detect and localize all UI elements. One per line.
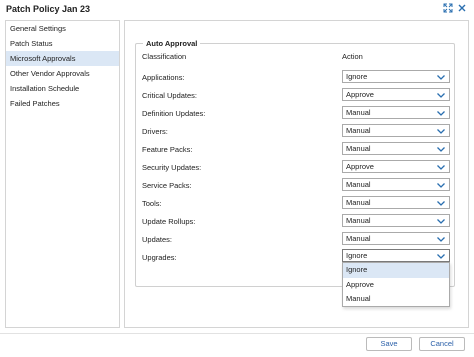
chevron-down-icon — [436, 216, 446, 226]
updates-action-select[interactable]: Manual — [342, 232, 450, 245]
upgrades-dropdown-list: Ignore Approve Manual — [342, 262, 450, 307]
feature-packs-action-select[interactable]: Manual — [342, 142, 450, 155]
dropdown-option-approve[interactable]: Approve — [343, 278, 449, 293]
select-value: Ignore — [346, 251, 368, 260]
upgrades-action-select[interactable]: Ignore — [342, 249, 450, 262]
select-value: Manual — [346, 216, 371, 225]
select-value: Approve — [346, 162, 374, 171]
group-title: Auto Approval — [143, 39, 201, 48]
applications-action-select[interactable]: Ignore — [342, 70, 450, 83]
chevron-down-icon — [436, 126, 446, 136]
sidebar-item-microsoft-approvals[interactable]: Microsoft Approvals — [6, 51, 119, 66]
classification-header: Classification — [142, 52, 187, 61]
action-header: Action — [342, 52, 363, 61]
sidebar-nav: General Settings Patch Status Microsoft … — [5, 20, 120, 328]
select-value: Manual — [346, 144, 371, 153]
row-label-tools: Tools: — [142, 199, 162, 208]
expand-icon[interactable] — [442, 2, 454, 14]
chevron-down-icon — [436, 72, 446, 82]
save-button[interactable]: Save — [366, 337, 412, 351]
select-value: Manual — [346, 198, 371, 207]
update-rollups-action-select[interactable]: Manual — [342, 214, 450, 227]
chevron-down-icon — [436, 234, 446, 244]
select-value: Ignore — [346, 72, 368, 81]
chevron-down-icon — [436, 180, 446, 190]
row-label-update-rollups: Update Rollups: — [142, 217, 196, 226]
chevron-down-icon — [436, 90, 446, 100]
row-label-critical-updates: Critical Updates: — [142, 91, 198, 100]
sidebar-item-failed-patches[interactable]: Failed Patches — [6, 96, 119, 111]
sidebar-item-patch-status[interactable]: Patch Status — [6, 36, 119, 51]
row-label-applications: Applications: — [142, 73, 185, 82]
window-title: Patch Policy Jan 23 — [6, 4, 91, 14]
row-label-service-packs: Service Packs: — [142, 181, 192, 190]
close-icon[interactable] — [456, 2, 468, 14]
row-label-upgrades: Upgrades: — [142, 253, 177, 262]
chevron-down-icon — [436, 144, 446, 154]
select-value: Approve — [346, 90, 374, 99]
definition-updates-action-select[interactable]: Manual — [342, 106, 450, 119]
critical-updates-action-select[interactable]: Approve — [342, 88, 450, 101]
window-controls — [442, 2, 468, 14]
select-value: Manual — [346, 180, 371, 189]
select-value: Manual — [346, 234, 371, 243]
row-label-security-updates: Security Updates: — [142, 163, 202, 172]
chevron-down-icon — [436, 162, 446, 172]
dropdown-option-ignore[interactable]: Ignore — [343, 263, 449, 278]
row-label-definition-updates: Definition Updates: — [142, 109, 206, 118]
sidebar-item-general-settings[interactable]: General Settings — [6, 21, 119, 36]
tools-action-select[interactable]: Manual — [342, 196, 450, 209]
dropdown-option-manual[interactable]: Manual — [343, 292, 449, 307]
chevron-down-icon — [436, 108, 446, 118]
drivers-action-select[interactable]: Manual — [342, 124, 450, 137]
sidebar-item-installation-schedule[interactable]: Installation Schedule — [6, 81, 119, 96]
row-label-feature-packs: Feature Packs: — [142, 145, 193, 154]
row-label-updates: Updates: — [142, 235, 173, 244]
footer-divider — [0, 333, 474, 334]
row-label-drivers: Drivers: — [142, 127, 168, 136]
chevron-down-icon — [436, 198, 446, 208]
select-value: Manual — [346, 108, 371, 117]
chevron-down-icon — [436, 251, 446, 261]
cancel-button[interactable]: Cancel — [419, 337, 465, 351]
select-value: Manual — [346, 126, 371, 135]
security-updates-action-select[interactable]: Approve — [342, 160, 450, 173]
sidebar-item-other-vendor-approvals[interactable]: Other Vendor Approvals — [6, 66, 119, 81]
service-packs-action-select[interactable]: Manual — [342, 178, 450, 191]
title-bar: Patch Policy Jan 23 — [0, 0, 474, 18]
